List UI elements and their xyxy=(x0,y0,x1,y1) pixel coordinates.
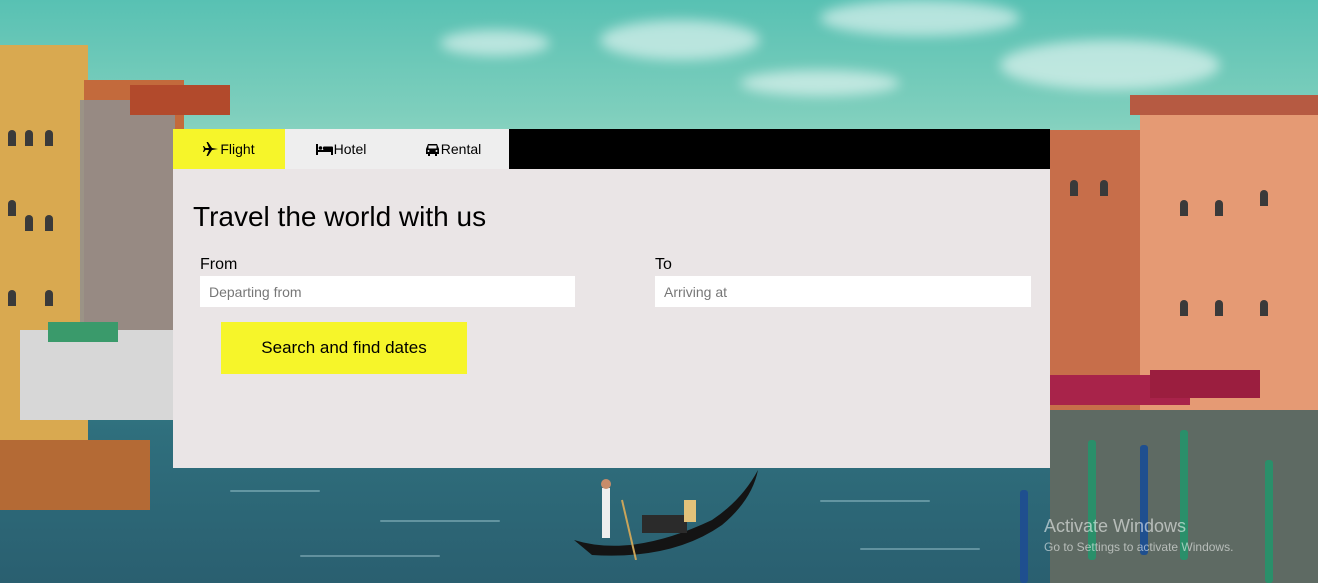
mooring-pole xyxy=(1020,490,1028,583)
bed-icon xyxy=(315,143,334,155)
tab-flight[interactable]: Flight xyxy=(173,129,285,169)
window xyxy=(1215,200,1223,216)
tab-bar: Flight Hotel Rental xyxy=(173,129,1050,169)
cloud xyxy=(600,20,760,60)
ripple xyxy=(230,490,320,492)
building-left-scaffold xyxy=(80,100,175,330)
window xyxy=(1260,300,1268,316)
ripple xyxy=(820,500,930,502)
waterfront-building xyxy=(20,330,175,420)
from-label: From xyxy=(200,256,238,273)
search-button[interactable]: Search and find dates xyxy=(221,322,467,374)
watermark-title: Activate Windows xyxy=(1044,516,1187,536)
window xyxy=(8,290,16,306)
window xyxy=(25,215,33,231)
window xyxy=(8,130,16,146)
cloud xyxy=(440,30,550,56)
ripple xyxy=(380,520,500,522)
awning-green xyxy=(48,322,118,342)
window xyxy=(1180,200,1188,216)
window xyxy=(8,200,16,216)
search-card: Flight Hotel Rental Travel the world wit… xyxy=(173,129,1050,468)
plane-icon xyxy=(203,142,220,156)
to-input[interactable] xyxy=(655,276,1031,307)
roof-left xyxy=(130,85,230,115)
from-input[interactable] xyxy=(200,276,575,307)
window xyxy=(45,215,53,231)
window xyxy=(45,290,53,306)
boat xyxy=(0,440,150,510)
tab-rental[interactable]: Rental xyxy=(397,129,509,169)
ripple xyxy=(300,555,440,557)
roof-right xyxy=(1130,95,1318,115)
window xyxy=(45,130,53,146)
window xyxy=(1215,300,1223,316)
window xyxy=(1070,180,1078,196)
window xyxy=(25,130,33,146)
ripple xyxy=(860,548,980,550)
car-icon xyxy=(425,143,441,156)
cloud xyxy=(1000,40,1220,90)
watermark-subtitle: Go to Settings to activate Windows. xyxy=(1044,540,1234,554)
window xyxy=(1180,300,1188,316)
window xyxy=(1100,180,1108,196)
tab-hotel[interactable]: Hotel xyxy=(285,129,397,169)
gondola xyxy=(574,470,758,560)
tab-flight-label: Flight xyxy=(220,141,255,157)
to-label: To xyxy=(655,256,672,273)
cloud xyxy=(820,0,1020,36)
cloud xyxy=(740,70,900,96)
page-title: Travel the world with us xyxy=(193,201,487,232)
window xyxy=(1260,190,1268,206)
tab-hotel-label: Hotel xyxy=(333,141,367,157)
mooring-pole xyxy=(1265,460,1273,583)
awning-magenta xyxy=(1150,370,1260,398)
tab-rental-label: Rental xyxy=(440,141,482,157)
activation-watermark: Activate Windows Go to Settings to activ… xyxy=(1044,516,1233,554)
